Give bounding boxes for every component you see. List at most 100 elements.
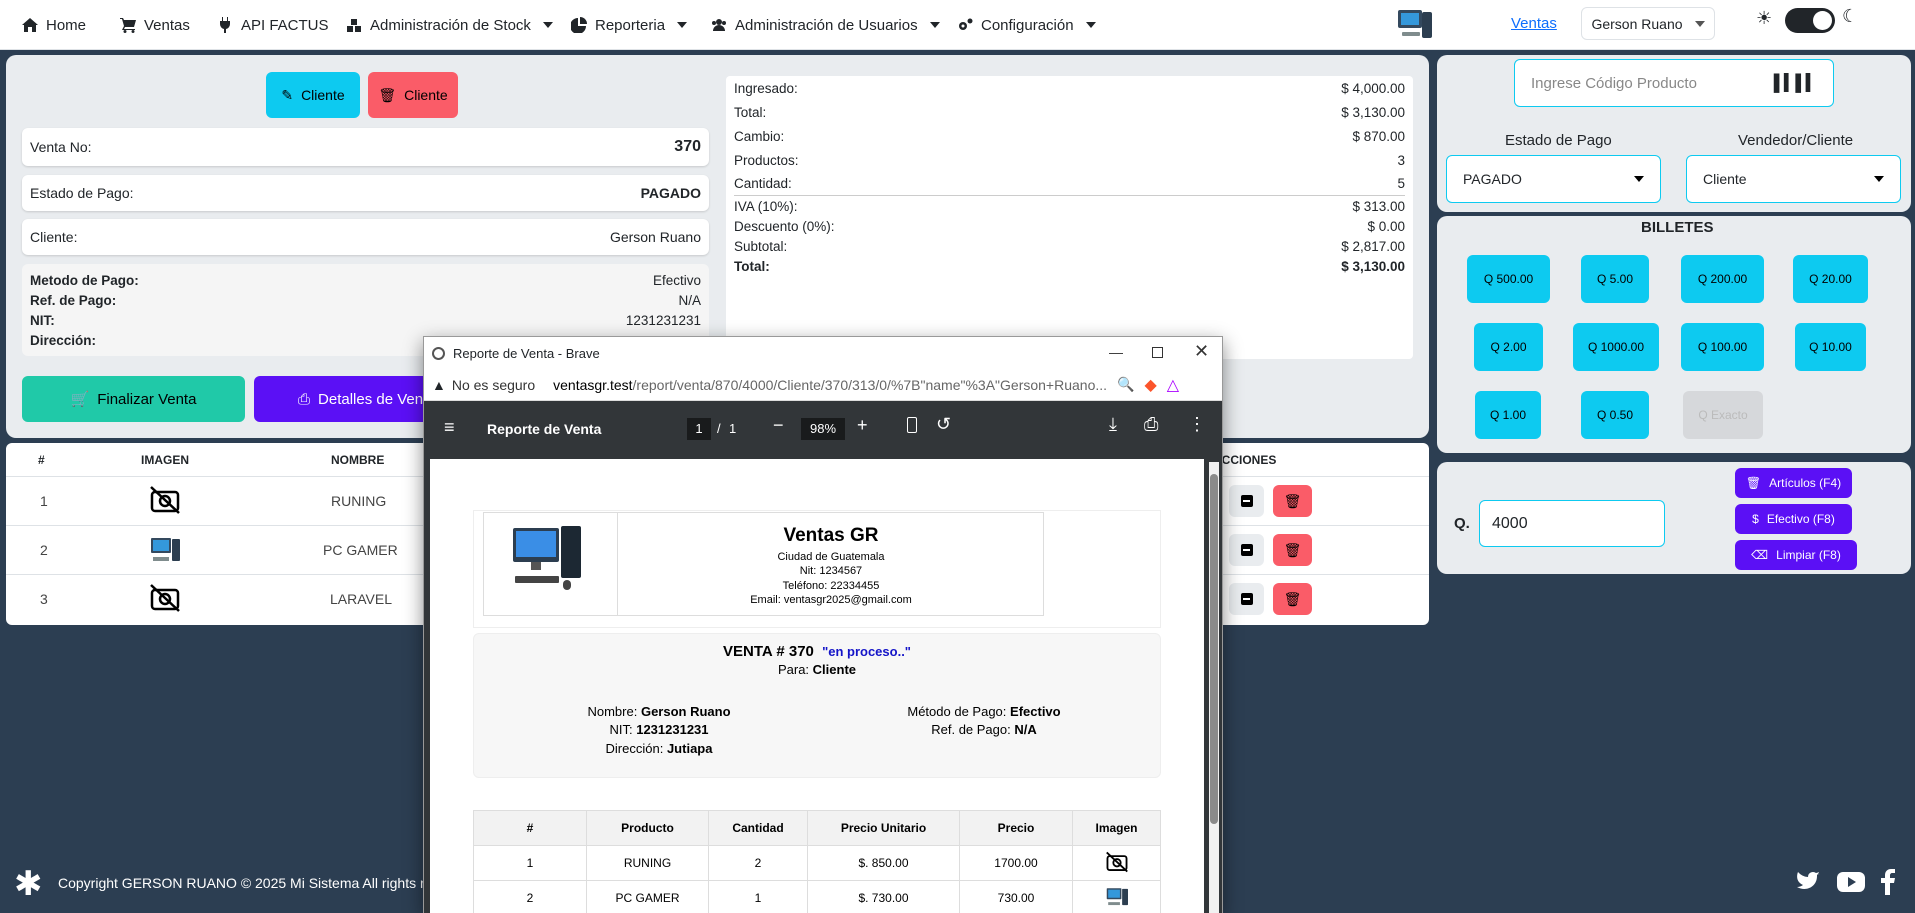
minus-icon (1240, 495, 1253, 507)
chevron-down-icon (1634, 176, 1644, 182)
col-nombre: NOMBRE (331, 453, 385, 467)
warning-icon: ▲ (432, 376, 446, 393)
minimize-icon[interactable]: — (1109, 344, 1123, 360)
row-name: RUNING (331, 493, 387, 509)
brave-rewards-icon[interactable]: △ (1167, 375, 1179, 395)
minus-icon (1240, 544, 1253, 556)
rotate-icon[interactable]: ↺ (936, 414, 951, 435)
delete-row-button[interactable]: 🗑 (1273, 534, 1312, 566)
codigo-producto-input[interactable]: Ingrese Código Producto ▌▍▌▍ (1514, 59, 1834, 107)
nav-usuarios[interactable]: Administración de Usuarios (711, 15, 940, 35)
print-icon[interactable]: ⎙ (1144, 414, 1158, 435)
row-number: 1 (40, 493, 48, 509)
close-icon[interactable]: ✕ (1194, 341, 1209, 362)
pdf-title: Reporte de Venta (487, 421, 602, 437)
bill-button[interactable]: Q 10.00 (1795, 323, 1866, 371)
venta-no-card: Venta No: 370 (22, 128, 709, 166)
delete-client-button[interactable]: 🗑 Cliente (368, 72, 458, 118)
theme-toggle[interactable] (1785, 8, 1835, 33)
download-icon[interactable]: ⤓ (1109, 414, 1117, 435)
vendedor-select[interactable]: Cliente (1686, 155, 1901, 203)
bill-button[interactable]: Q 1.00 (1475, 391, 1541, 439)
billetes-title: BILLETES (1641, 219, 1714, 236)
delete-row-button[interactable]: 🗑 (1273, 485, 1312, 517)
app-logo (1396, 4, 1436, 44)
cart-icon (120, 18, 136, 33)
menu-icon[interactable]: ≡ (444, 417, 455, 438)
bill-button[interactable]: Q 200.00 (1681, 255, 1764, 303)
company-name: Ventas GR (783, 525, 879, 546)
address-bar[interactable]: ▲ No es seguro ventasgr.test /report/ven… (424, 369, 1222, 401)
estado-pago-select[interactable]: PAGADO (1446, 155, 1661, 203)
bill-button[interactable]: Q 5.00 (1581, 255, 1649, 303)
bill-button[interactable]: Q 500.00 (1467, 255, 1550, 303)
bill-button[interactable]: Q 2.00 (1474, 323, 1543, 371)
twitter-icon[interactable] (1797, 870, 1823, 894)
finalizar-venta-button[interactable]: 🛒 Finalizar Venta (22, 376, 245, 422)
company-logo (483, 512, 618, 616)
bill-button[interactable]: Q 0.50 (1581, 391, 1649, 439)
top-navbar: Home Ventas API FACTUS Administración de… (0, 0, 1915, 50)
browser-icon (432, 346, 445, 360)
pdf-scrollbar[interactable] (1209, 462, 1219, 913)
metodo-line: Método de Pago: Efectivo (907, 704, 1061, 719)
ventas-link[interactable]: Ventas (1511, 15, 1557, 32)
articulos-button[interactable]: 🗑 Artículos (F4) (1735, 468, 1852, 498)
bill-button[interactable]: Q 20.00 (1793, 255, 1868, 303)
venta-heading: VENTA # 370 "en proceso.." (723, 643, 911, 660)
bill-button[interactable]: Q 100.00 (1681, 323, 1764, 371)
zoom-input[interactable]: 98% (801, 418, 845, 440)
barcode-icon: ▌▍▌▍ (1773, 75, 1818, 92)
delete-row-button[interactable]: 🗑 (1273, 583, 1312, 615)
brave-shield-icon[interactable]: ◆ (1144, 375, 1156, 395)
estado-pago-title: Estado de Pago (1505, 132, 1612, 149)
nombre-line: Nombre: Gerson Ruano (587, 704, 731, 719)
nav-ventas[interactable]: Ventas (120, 15, 190, 35)
no-image-icon (1105, 851, 1128, 872)
cart-icon: 🛒 (70, 391, 90, 408)
pdf-toolbar: ≡ Reporte de Venta 1 / 1 − 98% + ↺ ⤓ ⎙ ⋮ (424, 401, 1222, 457)
summary-box: Ingresado: $ 4,000.00 Total: $ 3,130.00 Ca… (726, 76, 1413, 359)
home-icon (22, 18, 38, 32)
edit-client-button[interactable]: ✎ Cliente (266, 72, 360, 118)
youtube-icon[interactable] (1837, 871, 1865, 893)
fit-page-icon[interactable] (907, 417, 917, 433)
maximize-icon[interactable] (1152, 347, 1163, 358)
no-image-icon (149, 583, 181, 613)
chevron-down-icon (929, 22, 940, 28)
chevron-down-icon (542, 22, 553, 28)
venta-status: "en proceso.." (822, 644, 911, 659)
nav-api-factus[interactable]: API FACTUS (217, 15, 329, 35)
facebook-icon[interactable] (1881, 869, 1895, 895)
more-options-icon[interactable]: ⋮ (1188, 414, 1206, 435)
user-dropdown[interactable]: Gerson Ruano (1581, 7, 1715, 40)
q-label: Q. (1454, 515, 1470, 532)
zoom-icon[interactable]: 🔍 (1117, 376, 1134, 393)
nit-line: NIT: 1231231231 (609, 722, 709, 737)
plug-icon (219, 17, 231, 33)
decrease-button[interactable] (1229, 485, 1264, 517)
bill-button[interactable]: Q 1000.00 (1573, 323, 1659, 371)
page-input[interactable]: 1 (687, 418, 711, 440)
nav-home[interactable]: Home (22, 15, 86, 35)
decrease-button[interactable] (1229, 583, 1264, 615)
zoom-out-icon[interactable]: − (773, 415, 784, 436)
exact-bill-button[interactable]: Q Exacto (1683, 391, 1763, 439)
print-icon: ⎙ (298, 390, 311, 408)
efectivo-button[interactable]: $ Efectivo (F8) (1735, 504, 1852, 534)
sun-icon: ☀ (1756, 8, 1773, 28)
chevron-down-icon (1694, 20, 1705, 27)
footer-copyright: Copyright GERSON RUANO © 2025 Mi Sistema… (58, 875, 433, 891)
gears-icon (959, 18, 973, 30)
table-row: 2 PC GAMER 1 $. 730.00 730.00 (473, 880, 1161, 913)
decrease-button[interactable] (1229, 534, 1264, 566)
estado-pago-card: Estado de Pago: PAGADO (22, 175, 709, 211)
cash-input[interactable]: 4000 (1479, 500, 1665, 547)
trash-icon: 🗑 (1745, 476, 1762, 490)
nav-configuracion[interactable]: Configuración (957, 15, 1096, 35)
zoom-in-icon[interactable]: + (857, 415, 868, 436)
product-image (149, 535, 181, 565)
nav-reporteria[interactable]: Reporteria (571, 15, 688, 35)
limpiar-button[interactable]: ⌫ Limpiar (F8) (1735, 540, 1857, 570)
nav-stock[interactable]: Administración de Stock (346, 15, 553, 35)
